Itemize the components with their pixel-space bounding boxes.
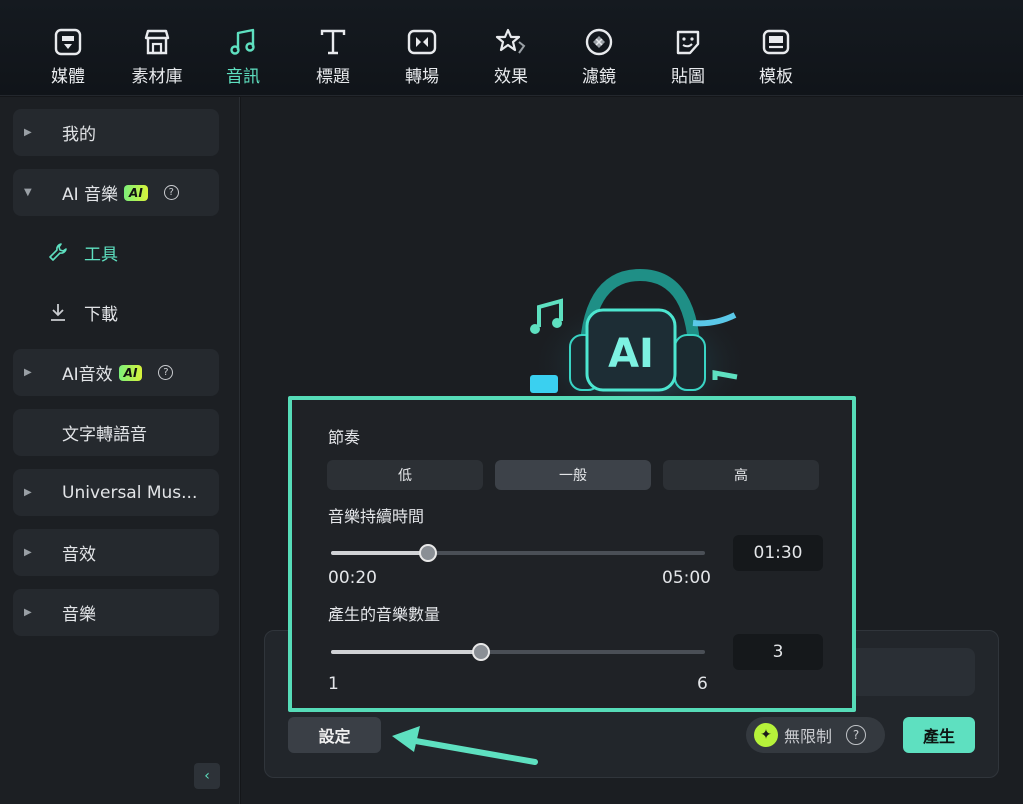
- caret-right-icon: ▶: [24, 367, 32, 378]
- toolbar-label: 標題: [316, 67, 350, 87]
- prompt-input[interactable]: [842, 648, 975, 696]
- caret-right-icon: ▶: [24, 607, 32, 618]
- toolbar-label: 效果: [494, 67, 528, 87]
- music-note-icon: [230, 28, 255, 55]
- duration-label: 音樂持續時間: [328, 507, 425, 526]
- wrench-icon: [48, 242, 68, 267]
- tempo-option-high[interactable]: 高: [663, 460, 819, 490]
- caret-right-icon: ▶: [24, 487, 32, 498]
- sparkle-icon: ✦: [754, 723, 778, 747]
- store-icon: [144, 29, 170, 55]
- help-icon[interactable]: ?: [163, 185, 179, 200]
- settings-button[interactable]: 設定: [288, 717, 381, 753]
- sidebar-item-label: AI 音樂: [62, 185, 119, 205]
- sidebar-item-sound-effects[interactable]: ▶ 音效: [13, 529, 219, 576]
- toolbar-label: 轉場: [405, 67, 439, 87]
- toolbar-label: 濾鏡: [582, 67, 616, 87]
- count-max: 6: [697, 674, 708, 694]
- sidebar-item-ai-music[interactable]: ▼ AI 音樂 AI ?: [13, 169, 219, 216]
- toolbar-effects[interactable]: 效果: [476, 26, 546, 90]
- unlimited-credits-badge[interactable]: ✦ 無限制 ?: [746, 717, 885, 753]
- duration-slider[interactable]: [331, 544, 705, 562]
- count-slider-thumb[interactable]: [472, 643, 490, 661]
- tempo-option-normal[interactable]: 一般: [495, 460, 651, 490]
- toolbar-titles[interactable]: 標題: [298, 26, 368, 90]
- sidebar-item-label: 文字轉語音: [62, 425, 147, 445]
- toolbar-label: 媒體: [51, 67, 85, 87]
- sidebar-item-ai-sfx[interactable]: ▶ AI音效 AI ?: [13, 349, 219, 396]
- download-icon: [48, 302, 68, 327]
- toolbar-label: 音訊: [226, 67, 260, 87]
- tempo-option-low[interactable]: 低: [327, 460, 483, 490]
- toolbar-filters[interactable]: 濾鏡: [564, 26, 634, 90]
- duration-slider-thumb[interactable]: [419, 544, 437, 562]
- count-slider[interactable]: [331, 643, 705, 661]
- sidebar-item-tts[interactable]: 文字轉語音: [13, 409, 219, 456]
- toolbar-label: 貼圖: [671, 67, 705, 87]
- caret-down-icon: ▼: [24, 187, 32, 198]
- sidebar-item-download[interactable]: 下載: [13, 289, 219, 336]
- toolbar-label: 素材庫: [131, 67, 183, 87]
- duration-min: 00:20: [328, 568, 377, 588]
- hero-ai-text: AI: [608, 331, 654, 377]
- sidebar-item-label: 音樂: [62, 605, 96, 625]
- sidebar-item-label: 下載: [84, 305, 118, 325]
- sticker-icon: [676, 30, 700, 55]
- toolbar-media[interactable]: 媒體: [33, 26, 103, 90]
- count-label: 產生的音樂數量: [328, 605, 441, 624]
- toolbar-store[interactable]: 素材庫: [122, 26, 192, 90]
- ai-badge: AI: [124, 184, 148, 201]
- toolbar-transitions[interactable]: 轉場: [387, 26, 457, 90]
- filter-icon: [585, 28, 613, 56]
- duration-value[interactable]: 01:30: [733, 535, 823, 571]
- annotation-arrow: [392, 726, 538, 765]
- duration-slider-fill: [331, 551, 428, 555]
- ai-badge: AI: [118, 364, 143, 381]
- caret-right-icon: ▶: [24, 547, 32, 558]
- sidebar-item-label: 音效: [62, 545, 96, 565]
- generate-button[interactable]: 產生: [903, 717, 975, 753]
- toolbar-audio[interactable]: 音訊: [208, 26, 278, 90]
- help-icon[interactable]: ?: [846, 725, 867, 745]
- duration-max: 05:00: [662, 568, 711, 588]
- toolbar-templates[interactable]: 模板: [741, 26, 811, 90]
- toolbar-stickers[interactable]: 貼圖: [653, 26, 723, 90]
- top-toolbar: 媒體 素材庫 音訊 標題 轉場 效果 濾鏡 貼圖 模板: [0, 0, 1023, 96]
- ai-music-illustration: AI: [525, 255, 755, 420]
- transition-icon: [407, 29, 437, 55]
- sidebar-item-universal-music[interactable]: ▶ Universal Mus...: [13, 469, 219, 516]
- music-settings-popup: 節奏 低 一般 高 音樂持續時間 01:30 00:20 05:00 產生的音樂…: [288, 396, 856, 712]
- count-value[interactable]: 3: [733, 634, 823, 670]
- effects-star-icon: [495, 28, 526, 54]
- count-slider-fill: [331, 650, 481, 654]
- title-t-icon: [320, 29, 346, 55]
- media-icon: [54, 28, 82, 56]
- sidebar-item-label: Universal Mus...: [62, 482, 198, 503]
- sidebar-item-label: AI音效: [62, 365, 113, 385]
- sidebar-item-music[interactable]: ▶ 音樂: [13, 589, 219, 636]
- sidebar-item-label: 我的: [62, 125, 96, 145]
- sidebar-item-mine[interactable]: ▶ 我的: [13, 109, 219, 156]
- category-sidebar: ▶ 我的 ▼ AI 音樂 AI ? 工具 下載 ▶ AI音效 AI ? 文字轉語…: [0, 97, 240, 804]
- unlimited-label: 無限制: [784, 727, 833, 746]
- count-min: 1: [328, 674, 339, 694]
- collapse-sidebar-button[interactable]: ‹: [194, 763, 220, 789]
- help-icon[interactable]: ?: [158, 365, 174, 380]
- sidebar-item-label: 工具: [84, 245, 118, 265]
- sidebar-item-tools[interactable]: 工具: [13, 229, 219, 276]
- caret-right-icon: ▶: [24, 127, 32, 138]
- tempo-label: 節奏: [328, 428, 361, 447]
- toolbar-label: 模板: [759, 67, 793, 87]
- template-icon: [762, 29, 790, 55]
